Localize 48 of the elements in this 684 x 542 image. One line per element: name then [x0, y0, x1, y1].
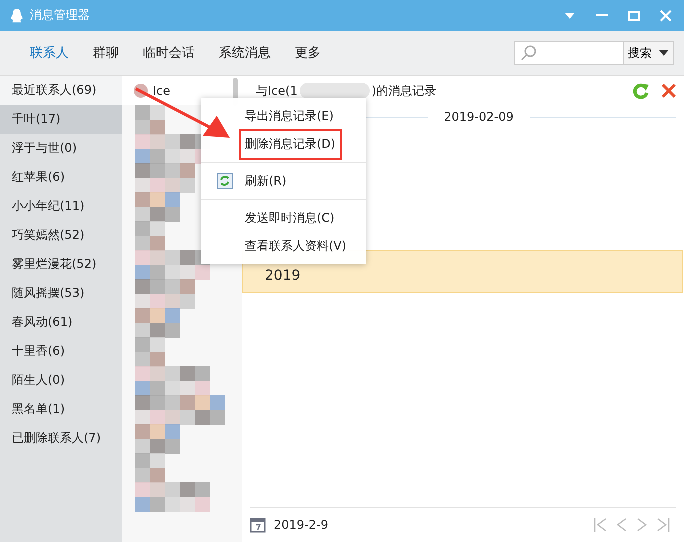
maximize-icon[interactable] — [628, 10, 640, 20]
message-text: 2019 — [265, 268, 301, 284]
menu-item[interactable]: 导出消息记录(E) — [239, 100, 340, 132]
window-title: 消息管理器 — [30, 7, 90, 24]
footer-date[interactable]: 2019-2-9 — [274, 518, 328, 532]
search-button[interactable]: 搜索 — [624, 41, 674, 65]
contact-group[interactable]: 春风动(61) — [0, 308, 122, 337]
contact-group[interactable]: 最近联系人(69) — [0, 76, 122, 105]
penguin-icon — [10, 8, 24, 24]
last-page-icon[interactable] — [656, 517, 670, 533]
contact-group[interactable]: 黑名单(1) — [0, 395, 122, 424]
minimize-icon[interactable] — [596, 14, 608, 18]
first-page-icon[interactable] — [594, 517, 608, 533]
date-divider: 2019-02-09 — [444, 110, 514, 124]
delete-icon[interactable] — [660, 82, 678, 100]
calendar-icon[interactable] — [250, 517, 266, 533]
nav-tab[interactable]: 更多 — [283, 38, 333, 68]
chat-title: 与Ice(1 — [256, 82, 298, 100]
dropdown-icon[interactable] — [564, 12, 576, 20]
chat-title: )的消息记录 — [372, 82, 437, 100]
menu-item[interactable]: 删除消息记录(D) — [239, 128, 342, 160]
contact-group[interactable]: 巧笑嫣然(52) — [0, 221, 122, 250]
search-field[interactable] — [514, 41, 624, 65]
nav-tab[interactable]: 临时会话 — [131, 38, 207, 68]
contact-group[interactable]: 红苹果(6) — [0, 163, 122, 192]
caret-icon — [659, 50, 669, 56]
next-page-icon[interactable] — [636, 517, 648, 533]
contact-group[interactable]: 陌生人(0) — [0, 366, 122, 395]
contact-group[interactable]: 随风摇摆(53) — [0, 279, 122, 308]
search-icon — [521, 45, 537, 61]
contact-group[interactable]: 浮于与世(0) — [0, 134, 122, 163]
contact-group[interactable]: 千叶(17) — [0, 105, 122, 134]
refresh-icon — [217, 173, 233, 189]
previous-page-icon[interactable] — [616, 517, 628, 533]
menu-item[interactable]: 发送即时消息(C) — [239, 202, 341, 234]
contact-group[interactable]: 雾里烂漫花(52) — [0, 250, 122, 279]
close-icon[interactable] — [660, 10, 672, 22]
nav-tab[interactable]: 群聊 — [81, 38, 131, 68]
refresh-icon[interactable] — [632, 82, 650, 100]
menu-item[interactable]: 刷新(R) — [239, 166, 293, 196]
nav-tab[interactable]: 联系人 — [18, 38, 81, 68]
contact-group[interactable]: 十里香(6) — [0, 337, 122, 366]
contact-group[interactable]: 小小年纪(11) — [0, 192, 122, 221]
avatar-icon — [134, 84, 148, 98]
contact-name[interactable]: Ice — [153, 84, 171, 98]
contact-group[interactable]: 已删除联系人(7) — [0, 424, 122, 453]
blurred-number-drawing — [300, 81, 370, 101]
nav-tab[interactable]: 系统消息 — [207, 38, 283, 68]
